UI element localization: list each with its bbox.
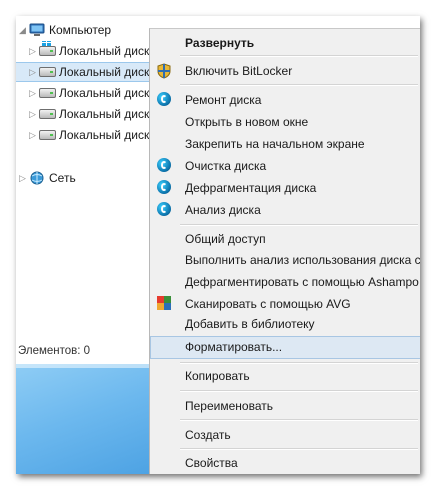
menu-item-ashampoo-defrag[interactable]: Дефрагментировать с помощью Ashampo: [150, 271, 420, 293]
menu-item-label: Копировать: [185, 369, 250, 383]
avg-icon: [157, 296, 173, 312]
expand-arrow-icon[interactable]: ▷: [29, 66, 39, 78]
menu-item-label: Развернуть: [185, 36, 255, 50]
drive-icon: [39, 65, 56, 79]
menu-item-label: Открыть в новом окне: [185, 115, 309, 129]
menu-separator: [180, 55, 418, 57]
screenshot-frame: ◢ Компьютер ▷ Локальный диск ▷ Локальный…: [16, 16, 420, 474]
system-drive-icon: [39, 41, 56, 58]
menu-item-label: Очистка диска: [185, 159, 267, 173]
menu-item-label: Добавить в библиотеку: [185, 317, 315, 331]
menu-item-disk-cleanup[interactable]: Очистка диска: [150, 155, 420, 177]
collapse-arrow-icon[interactable]: ◢: [19, 24, 29, 36]
ccleaner-icon: [157, 158, 173, 174]
menu-item-label: Дефрагментировать с помощью Ashampo: [185, 275, 419, 289]
menu-item-bitlocker[interactable]: Включить BitLocker: [150, 60, 420, 82]
drive-icon: [39, 86, 56, 100]
menu-item-label: Общий доступ: [185, 232, 266, 246]
menu-item-pin-to-start[interactable]: Закрепить на начальном экране: [150, 133, 420, 155]
menu-item-label: Свойства: [185, 456, 238, 470]
network-icon: [29, 171, 45, 185]
status-item-count: Элементов: 0: [18, 345, 91, 357]
menu-item-analyze-disk[interactable]: Анализ диска: [150, 199, 420, 221]
expand-arrow-icon[interactable]: ▷: [29, 129, 39, 141]
menu-item-label: Сканировать с помощью AVG: [185, 297, 351, 311]
menu-item-label: Закрепить на начальном экране: [185, 137, 365, 151]
menu-item-label: Ремонт диска: [185, 93, 262, 107]
menu-item-expand[interactable]: Развернуть: [150, 32, 420, 54]
expand-arrow-icon[interactable]: ▷: [29, 45, 39, 57]
tree-label-drive: Локальный диск: [59, 44, 150, 58]
tree-label-drive: Локальный диск: [59, 107, 150, 121]
drive-icon: [39, 128, 56, 142]
menu-separator: [180, 362, 418, 364]
expand-arrow-icon[interactable]: ▷: [29, 108, 39, 120]
menu-separator: [180, 448, 418, 450]
menu-item-create[interactable]: Создать: [150, 424, 420, 446]
menu-item-label: Включить BitLocker: [185, 64, 293, 78]
tree-label-drive: Локальный диск: [59, 128, 150, 142]
ccleaner-icon: [157, 180, 173, 196]
bitlocker-shield-icon: [157, 63, 173, 79]
menu-separator: [180, 390, 418, 392]
menu-item-scan-avg[interactable]: Сканировать с помощью AVG: [150, 293, 420, 315]
ccleaner-icon: [157, 92, 173, 108]
menu-item-label: Выполнить анализ использования диска с: [185, 253, 420, 267]
menu-separator: [180, 419, 418, 421]
context-menu: Развернуть Включить BitLocker Ремонт дис…: [149, 28, 420, 474]
menu-item-repair-disk[interactable]: Ремонт диска: [150, 89, 420, 111]
computer-icon: [29, 23, 45, 37]
menu-item-label: Форматировать...: [185, 340, 283, 354]
menu-item-open-new-window[interactable]: Открыть в новом окне: [150, 111, 420, 133]
menu-item-label: Дефрагментация диска: [185, 181, 317, 195]
menu-separator: [180, 224, 418, 226]
menu-item-label: Анализ диска: [185, 203, 261, 217]
tree-label-network: Сеть: [49, 171, 76, 185]
tree-label-drive: Локальный диск: [59, 65, 150, 79]
menu-item-label: Создать: [185, 428, 231, 442]
menu-item-rename[interactable]: Переименовать: [150, 395, 420, 417]
menu-item-copy[interactable]: Копировать: [150, 365, 420, 387]
menu-item-add-to-library[interactable]: Добавить в библиотеку: [150, 313, 420, 335]
expand-arrow-icon[interactable]: ▷: [19, 172, 29, 184]
expand-arrow-icon[interactable]: ▷: [29, 87, 39, 99]
menu-item-properties[interactable]: Свойства: [150, 452, 420, 474]
tree-label-computer: Компьютер: [49, 23, 112, 37]
menu-item-share[interactable]: Общий доступ: [150, 228, 420, 250]
ccleaner-icon: [157, 202, 173, 218]
menu-item-format[interactable]: Форматировать...: [150, 336, 420, 359]
menu-item-disk-usage-analysis[interactable]: Выполнить анализ использования диска с: [150, 249, 420, 271]
menu-item-label: Переименовать: [185, 399, 273, 413]
menu-item-defragment[interactable]: Дефрагментация диска: [150, 177, 420, 199]
tree-label-drive: Локальный диск: [59, 86, 150, 100]
menu-separator: [180, 84, 418, 86]
drive-icon: [39, 107, 56, 121]
